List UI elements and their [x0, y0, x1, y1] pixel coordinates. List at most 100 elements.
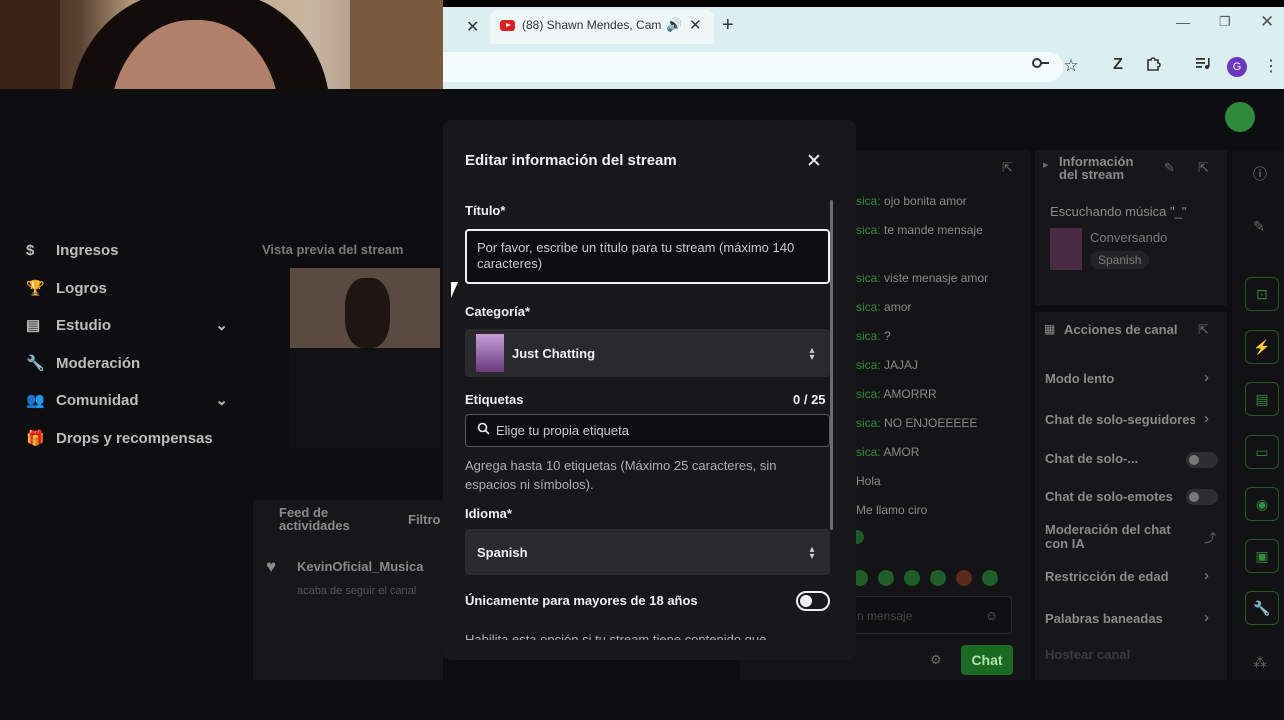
- edit-icon[interactable]: ✎: [1164, 160, 1175, 176]
- studio-icon: ▤: [26, 317, 41, 334]
- chevron-right-icon[interactable]: ›: [1204, 609, 1209, 626]
- chat-username[interactable]: sica:: [856, 300, 881, 314]
- chat-username[interactable]: sica:: [856, 271, 881, 285]
- action-age-restriction[interactable]: Restricción de edad: [1045, 570, 1195, 584]
- media-icon[interactable]: [1192, 56, 1214, 74]
- close-icon[interactable]: ✕: [806, 150, 822, 173]
- sidebar-item-label: Drops y recompensas: [56, 430, 213, 447]
- stream-preview-video[interactable]: [290, 268, 440, 348]
- stream-info-tag[interactable]: Spanish: [1090, 251, 1150, 269]
- z-extension-icon[interactable]: Z: [1107, 56, 1129, 74]
- tab-close-icon[interactable]: ✕: [689, 16, 702, 34]
- adult-only-toggle[interactable]: [796, 591, 830, 611]
- action-slow-mode[interactable]: Modo lento: [1045, 372, 1195, 386]
- action-ai-moderation[interactable]: Moderación del chat con IA: [1045, 523, 1195, 551]
- activity-feed-filter-button[interactable]: Filtro: [408, 512, 441, 527]
- chat-username[interactable]: sica:: [856, 194, 881, 208]
- stream-info-category: Conversando: [1090, 230, 1168, 245]
- window-minimize-button[interactable]: —: [1176, 14, 1190, 30]
- gear-icon[interactable]: ⚙: [930, 652, 942, 668]
- chat-message-text: AMORRR: [883, 387, 937, 401]
- sidebar-item-label: Ingresos: [56, 242, 119, 259]
- emote-icon[interactable]: [904, 570, 920, 586]
- popout-icon[interactable]: ⇱: [1002, 160, 1013, 176]
- password-key-icon[interactable]: [1030, 56, 1052, 74]
- previous-tab-close-icon[interactable]: ✕: [466, 17, 480, 37]
- emote-row: [852, 570, 1012, 586]
- modal-title: Editar información del stream: [465, 152, 677, 169]
- select-arrows-icon: ▴ ▾: [809, 345, 815, 363]
- more-menu-icon[interactable]: ⋮: [1260, 56, 1282, 76]
- emote-icon[interactable]: [878, 570, 894, 586]
- emoji-icon[interactable]: ☺: [985, 608, 998, 623]
- document-icon[interactable]: ▤: [1245, 382, 1279, 416]
- emote-icon[interactable]: [956, 570, 972, 586]
- sidebar-item-label: Comunidad: [56, 392, 139, 409]
- sidebar-item-moderacion[interactable]: 🔧 Moderación: [26, 354, 236, 372]
- chat-message-text: viste menasje amor: [884, 271, 989, 285]
- sidebar-item-label: Logros: [56, 280, 107, 297]
- window-close-button[interactable]: ✕: [1260, 12, 1274, 32]
- channel-actions-title: Acciones de canal: [1064, 322, 1178, 337]
- info-icon[interactable]: ⓘ: [1253, 164, 1267, 184]
- subscribers-only-toggle[interactable]: [1186, 452, 1218, 468]
- lightning-icon[interactable]: ⚡: [1245, 330, 1279, 364]
- chat-message: Hola: [856, 474, 881, 488]
- emotes-only-toggle[interactable]: [1186, 489, 1218, 505]
- sidebar-item-ingresos[interactable]: $ Ingresos: [26, 242, 236, 259]
- chat-message: sica: ojo bonita amor: [856, 194, 1016, 208]
- chat-username[interactable]: sica:: [856, 223, 881, 237]
- action-host-channel[interactable]: Hostear canal: [1045, 648, 1195, 662]
- wrench-icon: 🔧: [26, 355, 45, 372]
- speaker-icon[interactable]: 🔊: [666, 17, 682, 33]
- modal-scrollbar[interactable]: [830, 200, 833, 530]
- action-subscribers-only[interactable]: Chat de solo-...: [1045, 452, 1165, 466]
- chat-message: sica: ?: [856, 329, 1016, 343]
- chart-icon[interactable]: ⤴: [1204, 529, 1216, 546]
- puzzle-icon[interactable]: [1142, 56, 1164, 76]
- chat-bubble-icon[interactable]: ▭: [1245, 435, 1279, 469]
- popout-icon[interactable]: ⇱: [1198, 322, 1209, 338]
- user-avatar[interactable]: [1225, 102, 1255, 132]
- heart-icon: ♥: [266, 557, 277, 576]
- popout-icon[interactable]: ⇱: [1198, 160, 1209, 176]
- camera-icon[interactable]: ▣: [1245, 539, 1279, 573]
- emote-icon[interactable]: [930, 570, 946, 586]
- stream-info-current-title: Escuchando música "_": [1050, 204, 1187, 219]
- wrench-icon[interactable]: 🔧: [1245, 591, 1279, 625]
- feed-entry-user[interactable]: KevinOficial_Musica: [297, 559, 423, 574]
- action-banned-words[interactable]: Palabras baneadas: [1045, 612, 1195, 626]
- tags-help-text: Agrega hasta 10 etiquetas (Máximo 25 car…: [465, 458, 777, 492]
- star-icon[interactable]: ☆: [1060, 56, 1082, 76]
- chat-username[interactable]: sica:: [856, 445, 881, 459]
- add-action-icon[interactable]: ⁂: [1253, 654, 1267, 671]
- chat-message-text: NO ENJOEEEEE: [884, 416, 978, 430]
- window-maximize-button[interactable]: ❐: [1219, 14, 1231, 30]
- chat-send-button[interactable]: Chat: [961, 645, 1013, 675]
- sidebar-item-estudio[interactable]: ▤ Estudio ⌄: [26, 316, 236, 334]
- mouse-cursor: [451, 282, 458, 298]
- chevron-right-icon[interactable]: ›: [1204, 369, 1209, 386]
- chat-username[interactable]: sica:: [856, 358, 881, 372]
- emote-icon[interactable]: [982, 570, 998, 586]
- chevron-right-icon[interactable]: ›: [1204, 567, 1209, 584]
- sidebar-item-comunidad[interactable]: 👥 Comunidad ⌄: [26, 391, 236, 409]
- adult-only-label: Únicamente para mayores de 18 años: [465, 593, 698, 608]
- chat-username[interactable]: sica:: [856, 416, 881, 430]
- chat-username[interactable]: sica:: [856, 329, 881, 343]
- chat-message: Me llamo ciro: [856, 503, 928, 517]
- new-tab-button[interactable]: +: [722, 14, 734, 37]
- category-thumbnail: [476, 334, 504, 372]
- broadcast-icon[interactable]: ◉: [1245, 487, 1279, 521]
- action-emotes-only[interactable]: Chat de solo-emotes: [1045, 490, 1195, 504]
- profile-avatar[interactable]: G: [1227, 57, 1247, 77]
- chat-message: sica: te mande mensaje: [856, 223, 1016, 237]
- chat-username[interactable]: sica:: [856, 387, 881, 401]
- sidebar-item-logros[interactable]: 🏆 Logros: [26, 279, 236, 297]
- pencil-icon[interactable]: ✎: [1253, 218, 1265, 235]
- address-bar[interactable]: [443, 52, 1063, 82]
- chevron-right-icon[interactable]: ›: [1204, 410, 1209, 427]
- action-followers-only[interactable]: Chat de solo-seguidores: [1045, 413, 1195, 427]
- clip-icon[interactable]: ⊡: [1245, 277, 1279, 311]
- sidebar-item-drops[interactable]: 🎁 Drops y recompensas: [26, 429, 236, 447]
